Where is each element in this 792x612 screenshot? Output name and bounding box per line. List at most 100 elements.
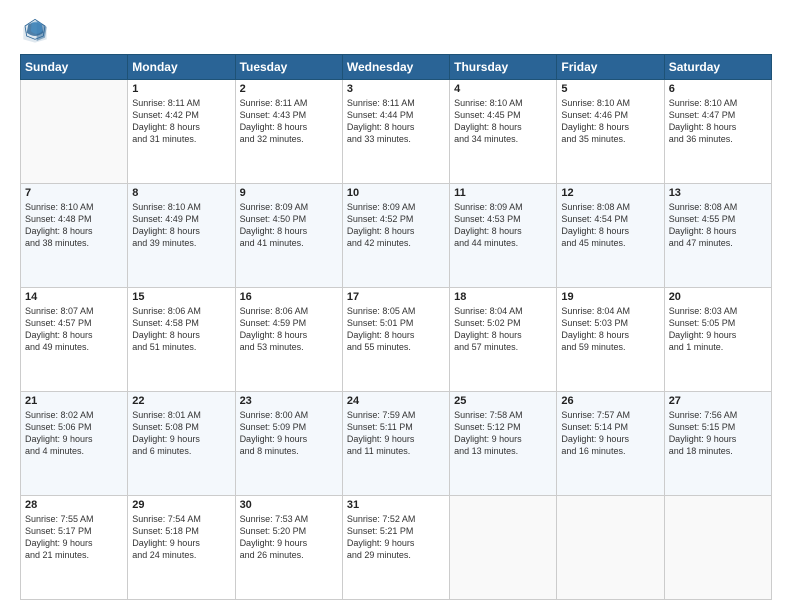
day-number: 9 [240, 187, 338, 199]
calendar-cell: 25 Sunrise: 7:58 AMSunset: 5:12 PMDayligh… [450, 392, 557, 496]
calendar-week-5: 28 Sunrise: 7:55 AMSunset: 5:17 PMDayligh… [21, 496, 772, 600]
day-number: 6 [669, 83, 767, 95]
calendar-cell: 9Sunrise: 8:09 AMSunset: 4:50 PMDaylight… [235, 184, 342, 288]
calendar-cell: 19 Sunrise: 8:04 AMSunset: 5:03 PMDayligh… [557, 288, 664, 392]
cell-info: Sunrise: 8:06 AMSunset: 4:58 PMDaylight:… [132, 305, 230, 354]
cell-info: Sunrise: 7:52 AMSunset: 5:21 PMDaylight:… [347, 513, 445, 562]
calendar-cell [557, 496, 664, 600]
cell-info: Sunrise: 8:06 AMSunset: 4:59 PMDaylight:… [240, 305, 338, 354]
calendar-cell [664, 496, 771, 600]
calendar-cell: 31 Sunrise: 7:52 AMSunset: 5:21 PMDayligh… [342, 496, 449, 600]
calendar-cell: 13Sunrise: 8:08 AMSunset: 4:55 PMDayligh… [664, 184, 771, 288]
cell-info: Sunrise: 8:09 AMSunset: 4:52 PMDaylight:… [347, 201, 445, 250]
day-number: 29 [132, 499, 230, 511]
cell-info: Sunrise: 7:57 AMSunset: 5:14 PMDaylight:… [561, 409, 659, 458]
calendar-cell: 16Sunrise: 8:06 AMSunset: 4:59 PMDayligh… [235, 288, 342, 392]
calendar-cell: 14 Sunrise: 8:07 AMSunset: 4:57 PMDayligh… [21, 288, 128, 392]
day-number: 19 [561, 291, 659, 303]
calendar-cell: 30Sunrise: 7:53 AMSunset: 5:20 PMDayligh… [235, 496, 342, 600]
day-number: 25 [454, 395, 552, 407]
cell-info: Sunrise: 8:03 AMSunset: 5:05 PMDaylight:… [669, 305, 767, 354]
calendar-cell: 21 Sunrise: 8:02 AMSunset: 5:06 PMDayligh… [21, 392, 128, 496]
calendar-cell: 12Sunrise: 8:08 AMSunset: 4:54 PMDayligh… [557, 184, 664, 288]
cell-info: Sunrise: 7:59 AMSunset: 5:11 PMDaylight:… [347, 409, 445, 458]
day-number: 23 [240, 395, 338, 407]
cell-info: Sunrise: 8:11 AMSunset: 4:44 PMDaylight:… [347, 97, 445, 146]
weekday-header-monday: Monday [128, 55, 235, 80]
day-number: 11 [454, 187, 552, 199]
cell-info: Sunrise: 8:04 AMSunset: 5:02 PMDaylight:… [454, 305, 552, 354]
day-number: 31 [347, 499, 445, 511]
day-number: 14 [25, 291, 123, 303]
weekday-header-row: SundayMondayTuesdayWednesdayThursdayFrid… [21, 55, 772, 80]
day-number: 21 [25, 395, 123, 407]
day-number: 22 [132, 395, 230, 407]
weekday-header-friday: Friday [557, 55, 664, 80]
calendar-cell: 15 Sunrise: 8:06 AMSunset: 4:58 PMDayligh… [128, 288, 235, 392]
calendar-week-1: 1 Sunrise: 8:11 AMSunset: 4:42 PMDaylight… [21, 80, 772, 184]
day-number: 5 [561, 83, 659, 95]
day-number: 17 [347, 291, 445, 303]
calendar-cell: 11 Sunrise: 8:09 AMSunset: 4:53 PMDayligh… [450, 184, 557, 288]
calendar-cell [21, 80, 128, 184]
cell-info: Sunrise: 8:10 AMSunset: 4:47 PMDaylight:… [669, 97, 767, 146]
cell-info: Sunrise: 8:07 AMSunset: 4:57 PMDaylight:… [25, 305, 123, 354]
cell-info: Sunrise: 7:56 AMSunset: 5:15 PMDaylight:… [669, 409, 767, 458]
calendar-cell: 29 Sunrise: 7:54 AMSunset: 5:18 PMDayligh… [128, 496, 235, 600]
calendar-cell: 6 Sunrise: 8:10 AMSunset: 4:47 PMDaylight… [664, 80, 771, 184]
day-number: 18 [454, 291, 552, 303]
calendar-cell: 26 Sunrise: 7:57 AMSunset: 5:14 PMDayligh… [557, 392, 664, 496]
day-number: 2 [240, 83, 338, 95]
cell-info: Sunrise: 8:10 AMSunset: 4:45 PMDaylight:… [454, 97, 552, 146]
cell-info: Sunrise: 8:10 AMSunset: 4:49 PMDaylight:… [132, 201, 230, 250]
calendar-cell: 2 Sunrise: 8:11 AMSunset: 4:43 PMDaylight… [235, 80, 342, 184]
cell-info: Sunrise: 8:09 AMSunset: 4:53 PMDaylight:… [454, 201, 552, 250]
day-number: 30 [240, 499, 338, 511]
day-number: 27 [669, 395, 767, 407]
calendar-cell: 1 Sunrise: 8:11 AMSunset: 4:42 PMDaylight… [128, 80, 235, 184]
cell-info: Sunrise: 8:10 AMSunset: 4:46 PMDaylight:… [561, 97, 659, 146]
day-number: 20 [669, 291, 767, 303]
weekday-header-wednesday: Wednesday [342, 55, 449, 80]
calendar-cell: 28 Sunrise: 7:55 AMSunset: 5:17 PMDayligh… [21, 496, 128, 600]
day-number: 15 [132, 291, 230, 303]
page: SundayMondayTuesdayWednesdayThursdayFrid… [0, 0, 792, 612]
day-number: 1 [132, 83, 230, 95]
cell-info: Sunrise: 7:58 AMSunset: 5:12 PMDaylight:… [454, 409, 552, 458]
weekday-header-thursday: Thursday [450, 55, 557, 80]
cell-info: Sunrise: 8:05 AMSunset: 5:01 PMDaylight:… [347, 305, 445, 354]
cell-info: Sunrise: 8:11 AMSunset: 4:43 PMDaylight:… [240, 97, 338, 146]
day-number: 12 [561, 187, 659, 199]
calendar-week-2: 7Sunrise: 8:10 AMSunset: 4:48 PMDaylight… [21, 184, 772, 288]
weekday-header-saturday: Saturday [664, 55, 771, 80]
calendar-cell: 20 Sunrise: 8:03 AMSunset: 5:05 PMDayligh… [664, 288, 771, 392]
logo [20, 16, 54, 46]
cell-info: Sunrise: 8:02 AMSunset: 5:06 PMDaylight:… [25, 409, 123, 458]
calendar-cell: 5 Sunrise: 8:10 AMSunset: 4:46 PMDaylight… [557, 80, 664, 184]
calendar-table: SundayMondayTuesdayWednesdayThursdayFrid… [20, 54, 772, 600]
cell-info: Sunrise: 8:00 AMSunset: 5:09 PMDaylight:… [240, 409, 338, 458]
calendar-cell: 8Sunrise: 8:10 AMSunset: 4:49 PMDaylight… [128, 184, 235, 288]
calendar-week-3: 14 Sunrise: 8:07 AMSunset: 4:57 PMDayligh… [21, 288, 772, 392]
weekday-header-tuesday: Tuesday [235, 55, 342, 80]
calendar-week-4: 21 Sunrise: 8:02 AMSunset: 5:06 PMDayligh… [21, 392, 772, 496]
calendar-cell: 22Sunrise: 8:01 AMSunset: 5:08 PMDayligh… [128, 392, 235, 496]
calendar-cell: 24 Sunrise: 7:59 AMSunset: 5:11 PMDayligh… [342, 392, 449, 496]
calendar-cell: 7Sunrise: 8:10 AMSunset: 4:48 PMDaylight… [21, 184, 128, 288]
day-number: 24 [347, 395, 445, 407]
day-number: 28 [25, 499, 123, 511]
cell-info: Sunrise: 7:55 AMSunset: 5:17 PMDaylight:… [25, 513, 123, 562]
day-number: 13 [669, 187, 767, 199]
cell-info: Sunrise: 7:54 AMSunset: 5:18 PMDaylight:… [132, 513, 230, 562]
day-number: 26 [561, 395, 659, 407]
calendar-cell [450, 496, 557, 600]
calendar-cell: 10Sunrise: 8:09 AMSunset: 4:52 PMDayligh… [342, 184, 449, 288]
cell-info: Sunrise: 8:04 AMSunset: 5:03 PMDaylight:… [561, 305, 659, 354]
logo-icon [20, 16, 50, 46]
day-number: 4 [454, 83, 552, 95]
calendar-cell: 4 Sunrise: 8:10 AMSunset: 4:45 PMDaylight… [450, 80, 557, 184]
header [20, 16, 772, 46]
cell-info: Sunrise: 8:11 AMSunset: 4:42 PMDaylight:… [132, 97, 230, 146]
calendar-cell: 27 Sunrise: 7:56 AMSunset: 5:15 PMDayligh… [664, 392, 771, 496]
cell-info: Sunrise: 8:10 AMSunset: 4:48 PMDaylight:… [25, 201, 123, 250]
